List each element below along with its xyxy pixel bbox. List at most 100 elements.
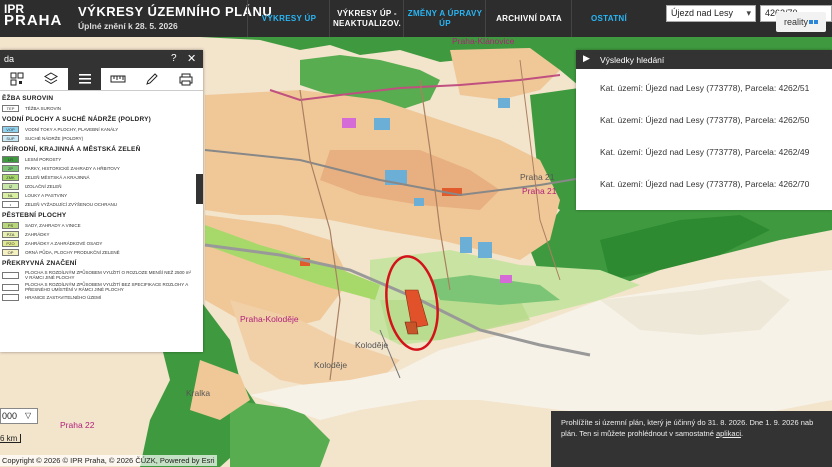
scale-value: 000: [2, 411, 18, 421]
chevron-down-icon: ▾: [746, 8, 751, 18]
legend-row: TEP TĚŽBA SUROVIN: [2, 104, 203, 113]
legend-label: PLOCHA S ROZDÍLNÝM ZPŮSOBEM VYUŽITÍ O RO…: [25, 270, 192, 280]
legend-group-title: PŘÍRODNÍ, KRAJINNÁ A MĚSTSKÁ ZELEŇ: [2, 146, 141, 153]
map-attribution: Copyright © 2026 © IPR Praha, © 2026 ČÚZ…: [0, 455, 217, 466]
layers-tool[interactable]: [34, 68, 68, 90]
reality-dot-icon: [814, 20, 818, 24]
tab-ostatni[interactable]: OSTATNÍ: [571, 0, 646, 37]
legend-label: ZAHRÁDKY: [25, 232, 50, 237]
tab-vykresy-up[interactable]: VÝKRESY ÚP: [247, 0, 330, 37]
reality-badge-label: reality: [783, 17, 808, 27]
scale-bar: 6 km: [0, 434, 21, 443]
legend-swatch: LR: [2, 156, 19, 163]
map-label-kolodeje: Koloděje: [355, 340, 389, 350]
legend-row: ZMK ZELEŇ MĚSTSKÁ A KRAJINNÁ: [2, 173, 203, 182]
page-subtitle: Úplné znění k 28. 5. 2026: [78, 21, 178, 31]
legend-swatch: PZA: [2, 231, 19, 238]
measure-tool[interactable]: [101, 68, 135, 90]
qr-code-icon: [10, 72, 24, 86]
notice-text-line1: Prohlížíte si územní plán, který je účin…: [561, 418, 814, 427]
legend-row: PZO ZAHRÁDKY A ZAHRÁDKOVÉ OSADY: [2, 239, 203, 248]
legend-group-title: PĚSTEBNÍ PLOCHY: [2, 212, 67, 219]
app-title: VÝKRESY ÚZEMNÍHO PLÁNU Úplné znění k 28.…: [78, 4, 272, 31]
list-icon: [78, 74, 91, 84]
result-item[interactable]: Kat. území: Újezd nad Lesy (773778), Par…: [600, 83, 809, 93]
legend-swatch: PZO: [2, 240, 19, 247]
legend-swatch: [2, 283, 19, 291]
territory-select-value: Újezd nad Lesy: [671, 8, 734, 18]
legend-group-title: VODNÍ PLOCHY A SUCHÉ NÁDRŽE (POLDRY): [2, 116, 152, 123]
legend-label: HRANICE ZASTAVITELNÉHO ÚZEMÍ: [25, 295, 102, 300]
help-icon[interactable]: ?: [171, 53, 177, 64]
app-link[interactable]: aplikaci: [716, 429, 741, 438]
legend-label: LESNÍ POROSTY: [25, 157, 62, 162]
legend-row: PZA ZAHRÁDKY: [2, 230, 203, 239]
legend-swatch: SUP: [2, 135, 19, 142]
legend-row: PLOCHA S ROZDÍLNÝM ZPŮSOBEM VYUŽITÍ BEZ …: [2, 281, 203, 293]
reality-badge[interactable]: reality: [776, 12, 826, 32]
map-label-praha22: Praha 22: [60, 420, 95, 430]
legend-row: ZP PARKY, HISTORICKÉ ZAHRADY A HŘBITOVY: [2, 164, 203, 173]
legend-row: • ZELEŇ VYŽADUJÍCÍ ZVÝŠENOU OCHRANU: [2, 200, 203, 209]
legend-row: PLOCHA S ROZDÍLNÝM ZPŮSOBEM VYUŽITÍ O RO…: [2, 269, 203, 281]
map-label-praha21-district: Praha 21: [522, 186, 557, 196]
results-title: Výsledky hledání: [600, 55, 665, 65]
tab-vykresy-up-neaktualizov[interactable]: VÝKRESY ÚP - NEAKTUALIZOV.: [329, 0, 404, 37]
chevron-right-icon: ▶: [583, 53, 590, 63]
legend-row: IZ IZOLAČNÍ ZELEŇ: [2, 182, 203, 191]
result-item[interactable]: Kat. území: Újezd nad Lesy (773778), Par…: [600, 179, 809, 189]
legend-row: OP ORNÁ PŮDA, PLOCHY PRODUKČNÍ ZELENĚ: [2, 248, 203, 257]
legend-swatch: ZP: [2, 165, 19, 172]
result-item[interactable]: Kat. území: Újezd nad Lesy (773778), Par…: [600, 115, 809, 125]
legend-swatch: PS: [2, 222, 19, 229]
ruler-icon: [110, 75, 126, 83]
print-tool[interactable]: [169, 68, 203, 90]
page-title: VÝKRESY ÚZEMNÍHO PLÁNU: [78, 4, 273, 19]
legend-row: SUP SUCHÉ NÁDRŽE (POLDRY): [2, 134, 203, 143]
chevron-down-icon: ▽: [25, 411, 32, 420]
qr-code-tool[interactable]: [0, 68, 34, 90]
legend-label: ZAHRÁDKY A ZAHRÁDKOVÉ OSADY: [25, 241, 103, 246]
map-label-kolodeje-small: Koloděje: [314, 360, 348, 370]
result-item[interactable]: Kat. území: Újezd nad Lesy (773778), Par…: [600, 147, 809, 157]
layers-icon: [43, 72, 58, 85]
ipr-logo[interactable]: IPR PRAHA: [4, 3, 63, 29]
close-icon[interactable]: ✕: [187, 52, 196, 65]
legend-title: da: [4, 54, 15, 64]
legend-toolbar: [0, 68, 203, 91]
legend-list-tool[interactable]: [67, 68, 102, 90]
reality-dot-icon: [809, 20, 813, 24]
legend-label: SADY, ZAHRADY A VINICE: [25, 223, 81, 228]
legend-group-title: ĚŽBA SUROVIN: [2, 95, 54, 102]
legend-label: TĚŽBA SUROVIN: [25, 106, 62, 111]
legend-row: VOP VODNÍ TOKY A PLOCHY, PLAVEBNÍ KANÁLY: [2, 125, 203, 134]
legend-scroll-handle[interactable]: [196, 174, 203, 204]
logo-line2: PRAHA: [4, 12, 63, 29]
legend-row: PS SADY, ZAHRADY A VINICE: [2, 221, 203, 230]
legend-label: LOUKY A PASTVINY: [25, 193, 68, 198]
legend-swatch: VOP: [2, 126, 19, 133]
legend-swatch: [2, 294, 19, 301]
notice-banner: Prohlížíte si územní plán, který je účin…: [551, 411, 832, 467]
legend-swatch: [2, 271, 19, 279]
tab-zmeny-upravy[interactable]: ZMĚNY A ÚPRAVY ÚP: [403, 0, 486, 37]
legend-swatch: OP: [2, 249, 19, 256]
scale-select[interactable]: 000 ▽: [0, 408, 38, 424]
pencil-icon: [146, 73, 158, 85]
legend-label: ZELEŇ VYŽADUJÍCÍ ZVÝŠENOU OCHRANU: [25, 202, 118, 207]
territory-select[interactable]: Újezd nad Lesy ▾: [666, 5, 756, 22]
notice-text-line2-body: plán. Ten si můžete prohlédnout v samost…: [561, 429, 714, 438]
legend-swatch: NL: [2, 192, 19, 199]
tab-archivni-data[interactable]: ARCHIVNÍ DATA: [485, 0, 572, 37]
top-bar: IPR PRAHA VÝKRESY ÚZEMNÍHO PLÁNU Úplné z…: [0, 0, 832, 37]
results-header[interactable]: ▶ Výsledky hledání: [576, 50, 832, 69]
legend-panel: da ? ✕ ĚŽBA SUROVIN TEP TĚŽBA SUROVIN VODNÍ…: [0, 50, 203, 352]
legend-row: LR LESNÍ POROSTY: [2, 155, 203, 164]
draw-tool[interactable]: [135, 68, 169, 90]
legend-label: PARKY, HISTORICKÉ ZAHRADY A HŘBITOVY: [25, 166, 120, 171]
legend-row: HRANICE ZASTAVITELNÉHO ÚZEMÍ: [2, 293, 203, 302]
legend-label: PLOCHA S ROZDÍLNÝM ZPŮSOBEM VYUŽITÍ BEZ …: [25, 282, 188, 292]
legend-label: VODNÍ TOKY A PLOCHY, PLAVEBNÍ KANÁLY: [25, 127, 119, 132]
legend-row: NL LOUKY A PASTVINY: [2, 191, 203, 200]
legend-swatch: •: [2, 201, 19, 208]
